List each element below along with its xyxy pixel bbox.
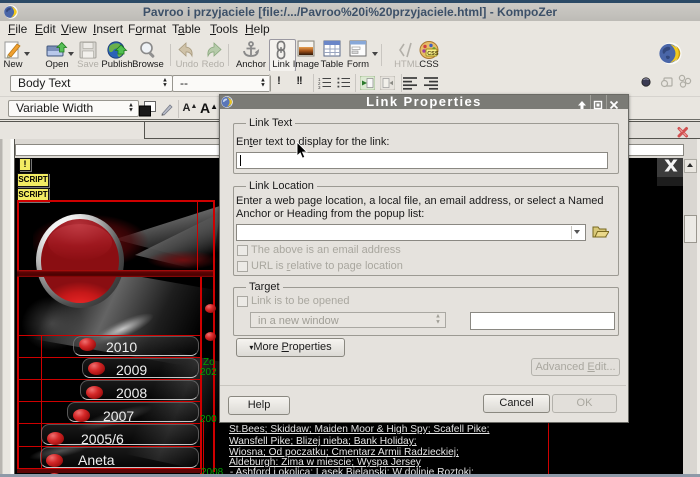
- svg-text:CSS: CSS: [427, 51, 439, 57]
- svg-text:3: 3: [318, 85, 321, 89]
